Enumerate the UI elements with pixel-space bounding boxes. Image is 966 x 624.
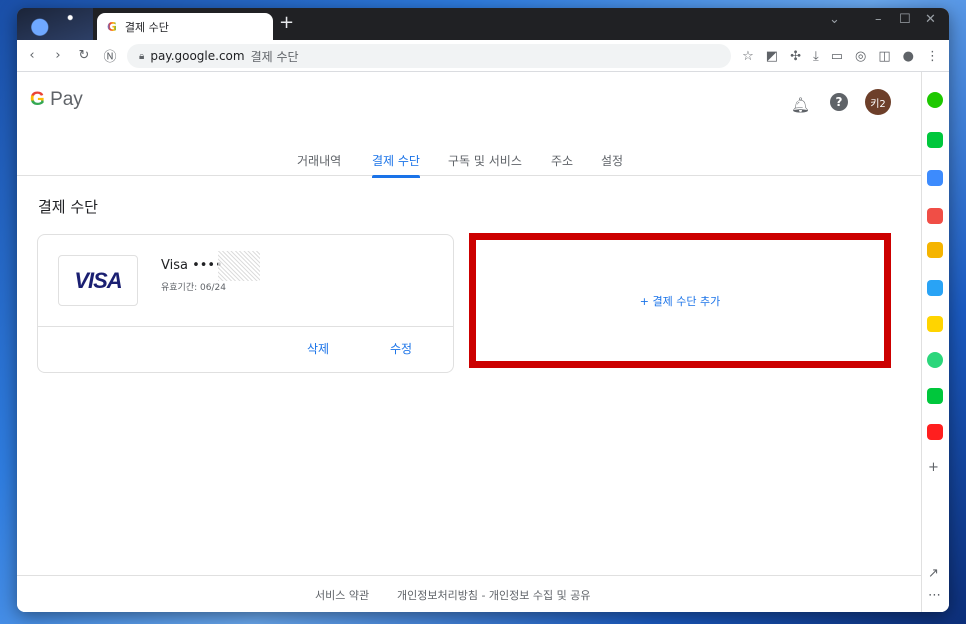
masked-digits <box>218 251 260 281</box>
app-circle-icon[interactable] <box>927 92 943 108</box>
google-g-icon: G <box>30 89 45 110</box>
bell-icon[interactable]: 🔔︎ <box>791 96 810 114</box>
edit-button[interactable]: 수정 <box>390 340 412 357</box>
open-external-icon[interactable]: ↗ <box>928 566 939 581</box>
theme-art <box>17 8 93 40</box>
url-page-title: 결제 수단 <box>250 49 299 64</box>
tab-title: 결제 수단 <box>124 20 169 34</box>
browser-window: G 결제 수단 + ⌄ – ☐ ✕ ‹ › ↻ Ⓝ 🔒︎ pay.google.… <box>17 8 949 612</box>
new-tab-button[interactable]: + <box>279 12 294 33</box>
extension-icon[interactable]: ◩ <box>766 49 778 64</box>
app-star-icon[interactable] <box>927 242 943 258</box>
logo-text: Pay <box>50 89 83 110</box>
naver-icon[interactable]: Ⓝ <box>99 46 121 65</box>
side-panel: + ↗ ⋯ <box>921 72 949 612</box>
terms-link[interactable]: 서비스 약관 <box>315 587 369 603</box>
visa-brand-text: VISA <box>74 267 122 293</box>
lock-icon: 🔒︎ <box>139 50 145 62</box>
cast-icon[interactable]: ▭ <box>831 49 843 64</box>
privacy-link[interactable]: 개인정보처리방침 - 개인정보 수집 및 공유 <box>397 587 591 603</box>
menu-icon[interactable]: ⋮ <box>926 49 939 64</box>
app-mail-icon[interactable] <box>927 208 943 224</box>
card-name: Visa •••• <box>161 258 223 273</box>
footer: 서비스 약관 개인정보처리방침 - 개인정보 수집 및 공유 <box>17 575 921 612</box>
app-play-icon[interactable] <box>927 352 943 368</box>
close-icon[interactable]: ✕ <box>925 12 936 27</box>
app-memo-icon[interactable] <box>927 316 943 332</box>
card-expiry: 유효기간: 06/24 <box>161 283 226 293</box>
tab-subscriptions[interactable]: 구독 및 서비스 <box>448 152 522 169</box>
reload-icon[interactable]: ↻ <box>73 48 95 63</box>
screenshot-icon[interactable]: ◎ <box>855 49 866 64</box>
puzzle-icon[interactable]: ✣ <box>790 49 801 64</box>
title-bar: G 결제 수단 + ⌄ – ☐ ✕ <box>17 8 949 40</box>
delete-button[interactable]: 삭제 <box>307 340 329 357</box>
url-text: pay.google.com <box>150 49 245 63</box>
payment-card: VISA Visa •••• 유효기간: 06/24 삭제 수정 <box>37 234 454 373</box>
add-payment-highlight: + 결제 수단 추가 <box>469 233 891 368</box>
minimize-icon[interactable]: – <box>875 12 882 27</box>
avatar[interactable]: 키2 <box>865 89 891 115</box>
more-icon[interactable]: ⋯ <box>928 588 941 603</box>
profile-icon[interactable]: ● <box>903 49 914 64</box>
help-icon[interactable]: ? <box>830 93 848 111</box>
gpay-page: G Pay 🔔︎ ? 키2 거래내역 결제 수단 구독 및 서비스 주소 설정 … <box>17 72 921 612</box>
tab-transactions[interactable]: 거래내역 <box>297 152 341 169</box>
page-title: 결제 수단 <box>38 198 98 216</box>
app-webtoon-icon[interactable] <box>927 388 943 404</box>
maximize-icon[interactable]: ☐ <box>899 12 911 27</box>
app-now-icon[interactable] <box>927 424 943 440</box>
app-talk-icon[interactable] <box>927 132 943 148</box>
visa-logo: VISA <box>58 255 138 306</box>
tab-addresses[interactable]: 주소 <box>551 152 573 169</box>
browser-tab[interactable]: G 결제 수단 <box>97 13 273 40</box>
bookmark-star-icon[interactable]: ☆ <box>742 49 754 64</box>
app-translate-icon[interactable] <box>927 280 943 296</box>
browser-toolbar: ‹ › ↻ Ⓝ 🔒︎ pay.google.com 결제 수단 ☆ ◩ ✣ ⤓ … <box>17 40 949 72</box>
download-icon[interactable]: ⤓ <box>813 49 819 64</box>
card-divider <box>38 326 453 327</box>
back-icon[interactable]: ‹ <box>21 48 43 63</box>
tab-payment-methods[interactable]: 결제 수단 <box>372 152 420 178</box>
nav-tabs: 거래내역 결제 수단 구독 및 서비스 주소 설정 <box>17 144 921 178</box>
forward-icon[interactable]: › <box>47 48 69 63</box>
sidepanel-icon[interactable]: ◫ <box>878 49 890 64</box>
gpay-logo[interactable]: G Pay <box>30 89 83 111</box>
address-bar[interactable]: 🔒︎ pay.google.com 결제 수단 <box>127 44 731 68</box>
tab-settings[interactable]: 설정 <box>601 152 623 169</box>
toolbar-actions: ☆ ◩ ✣ ⤓ ▭ ◎ ◫ ● ⋮ <box>742 40 939 72</box>
tab-search-icon[interactable]: ⌄ <box>829 12 840 27</box>
add-payment-button[interactable]: + 결제 수단 추가 <box>640 293 720 309</box>
google-favicon-icon: G <box>107 19 117 34</box>
app-calendar-icon[interactable] <box>927 170 943 186</box>
add-app-icon[interactable]: + <box>928 460 939 475</box>
